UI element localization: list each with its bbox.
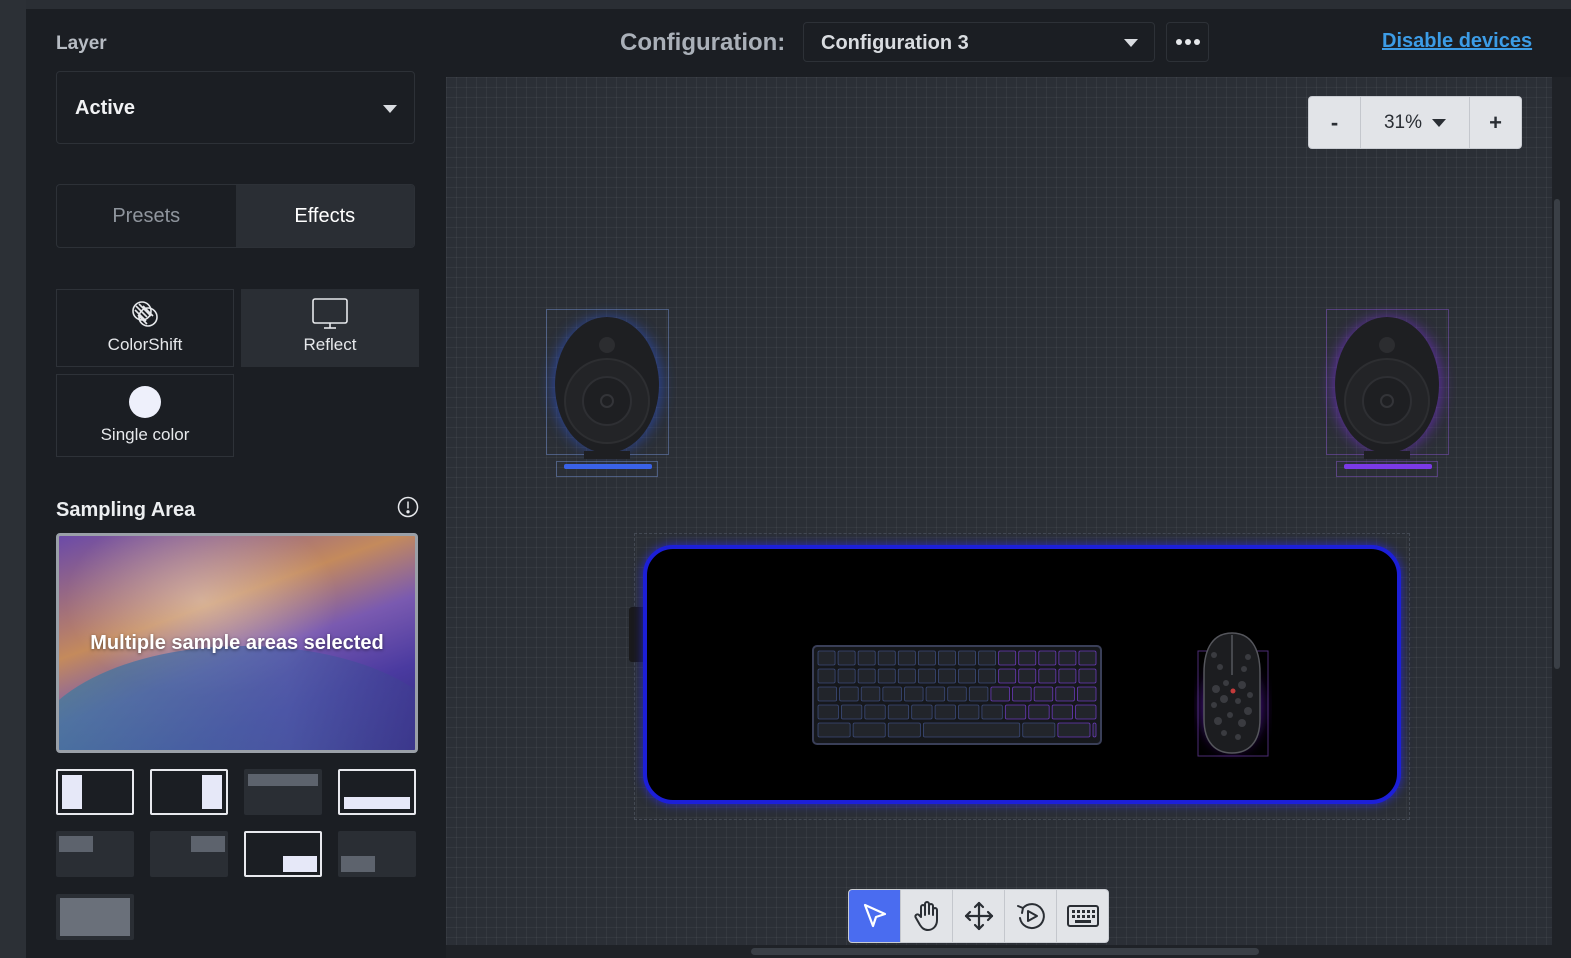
speaker-icon <box>552 317 662 469</box>
chevron-down-icon <box>383 105 397 113</box>
pan-tool-button[interactable] <box>901 890 953 942</box>
zoom-in-button[interactable]: + <box>1470 97 1521 148</box>
monitor-icon <box>311 296 349 337</box>
tab-effects[interactable]: Effects <box>235 185 414 247</box>
horizontal-scrollbar[interactable] <box>446 945 1552 958</box>
presets-effects-tabs: Presets Effects <box>56 184 415 248</box>
area-full[interactable] <box>56 894 134 940</box>
effect-reflect[interactable]: Reflect <box>241 289 419 367</box>
cursor-icon <box>863 903 886 928</box>
keyboard-icon <box>1066 905 1099 927</box>
vertical-scrollbar-thumb[interactable] <box>1554 199 1560 669</box>
effect-reflect-label: Reflect <box>303 335 357 354</box>
layer-label: Layer <box>56 33 107 54</box>
window-top-strip <box>0 0 1571 9</box>
configuration-label: Configuration: <box>620 29 786 56</box>
effect-colorshift[interactable]: ColorShift <box>56 289 234 367</box>
configuration-value: Configuration 3 <box>821 32 969 54</box>
mouse-device[interactable] <box>1194 629 1272 759</box>
canvas-toolbar <box>848 889 1109 943</box>
sampling-area-preview[interactable]: Multiple sample areas selected <box>56 533 418 753</box>
area-top-left[interactable] <box>56 831 134 877</box>
move-icon <box>964 901 993 931</box>
app-window: Layer Active Presets Effects ColorShift <box>26 9 1571 958</box>
left-panel: Layer Active Presets Effects ColorShift <box>26 9 446 958</box>
tab-presets[interactable]: Presets <box>57 185 236 247</box>
info-icon[interactable] <box>397 496 419 523</box>
hand-icon <box>913 901 938 931</box>
circle-icon <box>128 385 162 424</box>
move-tool-button[interactable] <box>953 890 1005 942</box>
layer-dropdown-value: Active <box>75 97 136 119</box>
zoom-level-value: 31% <box>1383 111 1423 133</box>
configuration-dropdown[interactable]: Configuration 3 <box>803 22 1155 62</box>
area-bottom-left[interactable] <box>338 831 416 877</box>
select-tool-button[interactable] <box>849 890 901 942</box>
keyboard-tool-button[interactable] <box>1057 890 1108 942</box>
chevron-down-icon <box>1432 118 1447 127</box>
colorshift-icon <box>127 296 163 337</box>
speaker-icon <box>1332 317 1442 469</box>
area-bottom-right[interactable] <box>244 831 322 877</box>
more-icon <box>1175 39 1182 45</box>
rotate-icon <box>1016 903 1045 930</box>
zoom-level-dropdown[interactable]: 31% <box>1361 97 1470 148</box>
area-left-half[interactable] <box>56 769 134 815</box>
keyboard-device[interactable] <box>812 645 1102 745</box>
window-left-strip <box>0 0 26 958</box>
effect-single-color[interactable]: Single color <box>56 374 234 457</box>
area-bottom-half[interactable] <box>338 769 416 815</box>
area-top-half[interactable] <box>244 769 322 815</box>
sampling-preview-text: Multiple sample areas selected <box>90 632 384 654</box>
sampling-area-label: Sampling Area <box>56 499 196 521</box>
zoom-out-button[interactable]: - <box>1309 97 1361 148</box>
zoom-control: - 31% + <box>1308 96 1522 149</box>
effect-colorshift-label: ColorShift <box>107 335 183 354</box>
chevron-down-icon <box>1124 39 1138 47</box>
device-canvas[interactable]: - 31% + <box>446 77 1552 958</box>
disable-devices-link[interactable]: Disable devices <box>1382 30 1532 53</box>
rotate-tool-button[interactable] <box>1005 890 1057 942</box>
area-top-right[interactable] <box>150 831 228 877</box>
layer-dropdown[interactable]: Active <box>56 71 415 144</box>
area-right-half[interactable] <box>150 769 228 815</box>
effect-single-color-label: Single color <box>100 425 190 444</box>
more-options-button[interactable] <box>1166 22 1209 62</box>
horizontal-scrollbar-thumb[interactable] <box>751 948 1259 955</box>
